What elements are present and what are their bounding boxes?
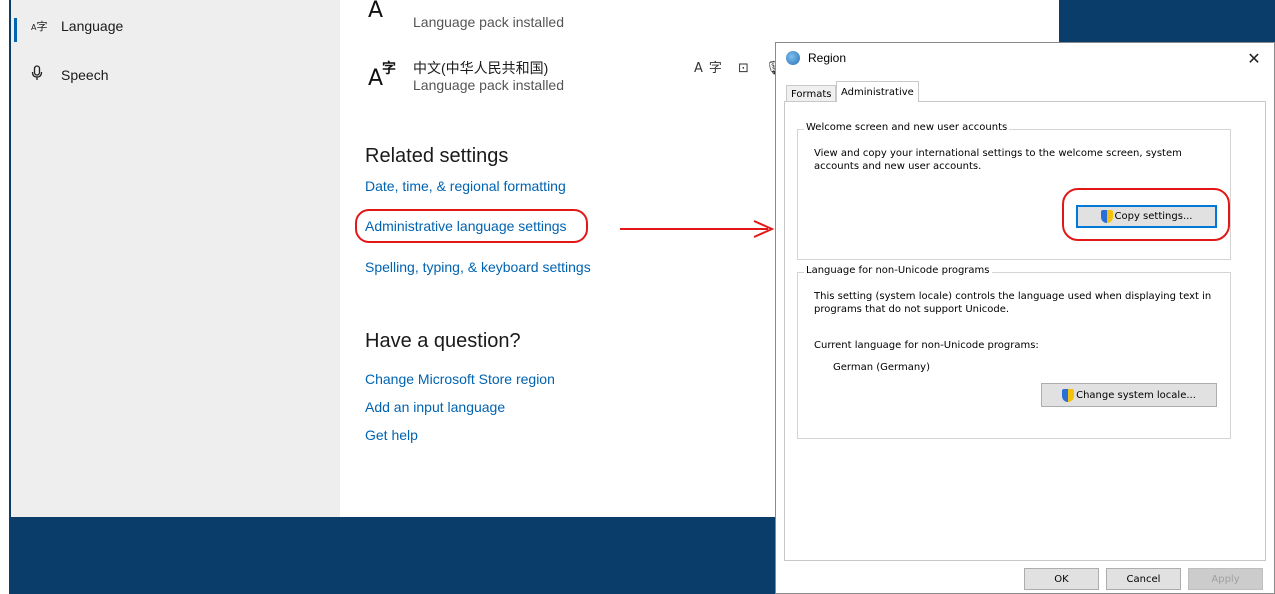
sidebar-item-label: Speech — [61, 67, 109, 83]
apply-button[interactable]: Apply — [1188, 568, 1263, 590]
uac-shield-icon — [1062, 388, 1075, 402]
language-pack-icon: A — [368, 0, 384, 23]
tab-administrative[interactable]: Administrative — [836, 81, 919, 102]
welcome-description: View and copy your international setting… — [814, 148, 1182, 172]
ok-button[interactable]: OK — [1024, 568, 1099, 590]
sidebar-item-speech[interactable]: Speech — [11, 55, 340, 95]
annotation-highlight-admin-link — [355, 209, 588, 243]
date-time-regional-link[interactable]: Date, time, & regional formatting — [365, 178, 566, 194]
language-status: Language pack installed — [413, 14, 565, 30]
dialog-titlebar[interactable]: Region ✕ — [776, 43, 1274, 74]
screen: A字 Language Speech A Language pack insta… — [0, 0, 1275, 594]
get-help-link[interactable]: Get help — [365, 427, 418, 443]
language-status: Language pack installed — [413, 77, 565, 93]
cancel-button[interactable]: Cancel — [1106, 568, 1181, 590]
sidebar-item-label: Language — [61, 18, 124, 34]
group-title: Welcome screen and new user accounts — [804, 122, 1010, 133]
settings-sidebar: A字 Language Speech — [11, 0, 340, 517]
language-feature-icons: A字 ⊡ 🎙 — [694, 61, 788, 76]
region-dialog: Region ✕ Formats Administrative Welcome … — [775, 42, 1275, 594]
annotation-arrow — [620, 220, 775, 238]
annotation-highlight-copy-settings — [1062, 188, 1230, 241]
have-a-question-heading: Have a question? — [365, 330, 521, 352]
language-icon: A字 — [31, 20, 48, 33]
add-input-language-link[interactable]: Add an input language — [365, 399, 505, 415]
close-icon[interactable]: ✕ — [1234, 43, 1274, 74]
language-name: 中文(中华人民共和国) — [413, 60, 549, 76]
current-locale-value: German (Germany) — [833, 362, 930, 373]
change-store-region-link[interactable]: Change Microsoft Store region — [365, 371, 555, 387]
button-label: Change system locale... — [1076, 389, 1196, 401]
non-unicode-description: This setting (system locale) controls th… — [814, 291, 1212, 315]
region-globe-icon — [786, 51, 800, 65]
change-system-locale-button[interactable]: Change system locale... — [1041, 383, 1217, 407]
tab-panel-administrative: Welcome screen and new user accounts Vie… — [784, 101, 1266, 561]
tab-formats[interactable]: Formats — [786, 85, 837, 102]
dialog-title: Region — [808, 51, 847, 65]
related-settings-heading: Related settings — [365, 145, 509, 167]
language-pack-icon: A字 — [368, 61, 396, 91]
selection-indicator — [14, 18, 17, 42]
non-unicode-group: Language for non-Unicode programs This s… — [797, 265, 1231, 439]
group-title: Language for non-Unicode programs — [804, 265, 992, 276]
sidebar-item-language[interactable]: A字 Language — [11, 6, 340, 46]
current-locale-label: Current language for non-Unicode program… — [814, 340, 1039, 351]
spelling-typing-keyboard-link[interactable]: Spelling, typing, & keyboard settings — [365, 259, 591, 275]
microphone-icon — [31, 65, 43, 85]
